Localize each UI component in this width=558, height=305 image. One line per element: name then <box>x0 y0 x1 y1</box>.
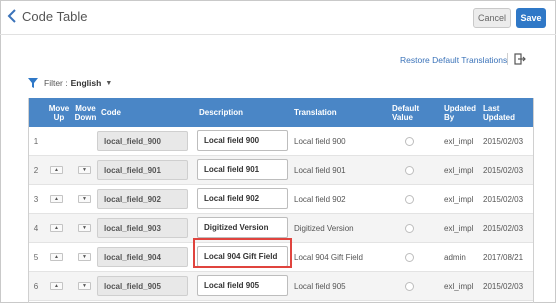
default-value-radio[interactable] <box>405 224 414 233</box>
updated-by: exl_impl <box>444 223 474 233</box>
translation-text: Local field 902 <box>294 194 346 204</box>
move-up-button[interactable]: ▲ <box>50 166 63 174</box>
default-value-radio[interactable] <box>405 137 414 146</box>
language-filter[interactable]: Filter : English ▼ <box>28 78 112 88</box>
move-up-button[interactable]: ▲ <box>50 195 63 203</box>
table-header: Move Up Move Down Code Description Trans… <box>29 98 533 127</box>
filter-label: Filter : <box>44 78 68 88</box>
code-field: local_field_903 <box>97 218 188 238</box>
save-button[interactable]: Save <box>516 8 546 28</box>
table-row: 2 ▲ ▼ local_field_901 Local field 901 Lo… <box>29 156 533 185</box>
default-value-radio[interactable] <box>405 253 414 262</box>
export-icon[interactable] <box>514 53 526 65</box>
description-input[interactable]: Local field 900 <box>197 130 288 151</box>
row-number: 3 <box>33 194 39 204</box>
table-row: 6 ▲ ▼ local_field_905 Local field 905 Lo… <box>29 272 533 301</box>
code-field: local_field_900 <box>97 131 188 151</box>
col-code[interactable]: Code <box>101 98 181 127</box>
last-updated: 2017/08/21 <box>483 252 524 262</box>
last-updated: 2015/02/03 <box>483 136 524 146</box>
last-updated: 2015/02/03 <box>483 281 524 291</box>
translation-text: Local field 905 <box>294 281 346 291</box>
move-down-button[interactable]: ▼ <box>78 253 91 261</box>
default-value-radio[interactable] <box>405 282 414 291</box>
back-arrow-icon[interactable] <box>7 9 17 23</box>
table-row: 1 local_field_900 Local field 900 Local … <box>29 127 533 156</box>
translation-text: Local 904 Gift Field <box>294 252 363 262</box>
code-table: Move Up Move Down Code Description Trans… <box>28 98 534 303</box>
page-title: Code Table <box>22 9 88 24</box>
code-field: local_field_902 <box>97 189 188 209</box>
updated-by: exl_impl <box>444 136 474 146</box>
updated-by: exl_impl <box>444 194 474 204</box>
filter-icon <box>28 78 38 88</box>
row-number: 4 <box>33 223 39 233</box>
cancel-button[interactable]: Cancel <box>473 8 511 28</box>
move-down-button[interactable]: ▼ <box>78 166 91 174</box>
last-updated: 2015/02/03 <box>483 223 524 233</box>
updated-by: exl_impl <box>444 165 474 175</box>
table-row: 3 ▲ ▼ local_field_902 Local field 902 Lo… <box>29 185 533 214</box>
highlight-box <box>193 238 292 268</box>
updated-by: exl_impl <box>444 281 474 291</box>
code-field: local_field_901 <box>97 160 188 180</box>
move-up-button[interactable]: ▲ <box>50 282 63 290</box>
description-input[interactable]: Local field 905 <box>197 275 288 296</box>
description-input[interactable]: Local field 902 <box>197 188 288 209</box>
col-move-up: Move Up <box>48 103 70 122</box>
row-number: 2 <box>33 165 39 175</box>
translation-text: Local field 900 <box>294 136 346 146</box>
col-description[interactable]: Description <box>199 98 289 127</box>
col-default-value[interactable]: Default Value <box>392 98 442 127</box>
col-updated-by[interactable]: Updated By <box>444 98 480 127</box>
move-up-button[interactable]: ▲ <box>50 253 63 261</box>
move-down-button[interactable]: ▼ <box>78 195 91 203</box>
restore-default-translations-link[interactable]: Restore Default Translations <box>400 55 507 65</box>
code-field: local_field_905 <box>97 276 188 296</box>
filter-value: English <box>70 78 102 88</box>
col-move-down: Move Down <box>74 103 97 122</box>
move-up-button[interactable]: ▲ <box>50 224 63 232</box>
description-input[interactable]: Digitized Version <box>197 217 288 238</box>
move-down-button[interactable]: ▼ <box>78 282 91 290</box>
row-number: 1 <box>33 136 39 146</box>
last-updated: 2015/02/03 <box>483 165 524 175</box>
move-down-button[interactable]: ▼ <box>78 224 91 232</box>
default-value-radio[interactable] <box>405 166 414 175</box>
updated-by: admin <box>444 252 466 262</box>
col-last-updated[interactable]: Last Updated <box>483 98 533 127</box>
col-translation[interactable]: Translation <box>294 98 384 127</box>
row-number: 6 <box>33 281 39 291</box>
translation-text: Digitized Version <box>294 223 354 233</box>
last-updated: 2015/02/03 <box>483 194 524 204</box>
description-input[interactable]: Local field 901 <box>197 159 288 180</box>
page-header: Code Table Cancel Save <box>0 0 556 35</box>
code-field: local_field_904 <box>97 247 188 267</box>
translation-text: Local field 901 <box>294 165 346 175</box>
row-number: 5 <box>33 252 39 262</box>
toolbar-divider <box>507 53 508 65</box>
default-value-radio[interactable] <box>405 195 414 204</box>
chevron-down-icon: ▼ <box>105 79 113 87</box>
